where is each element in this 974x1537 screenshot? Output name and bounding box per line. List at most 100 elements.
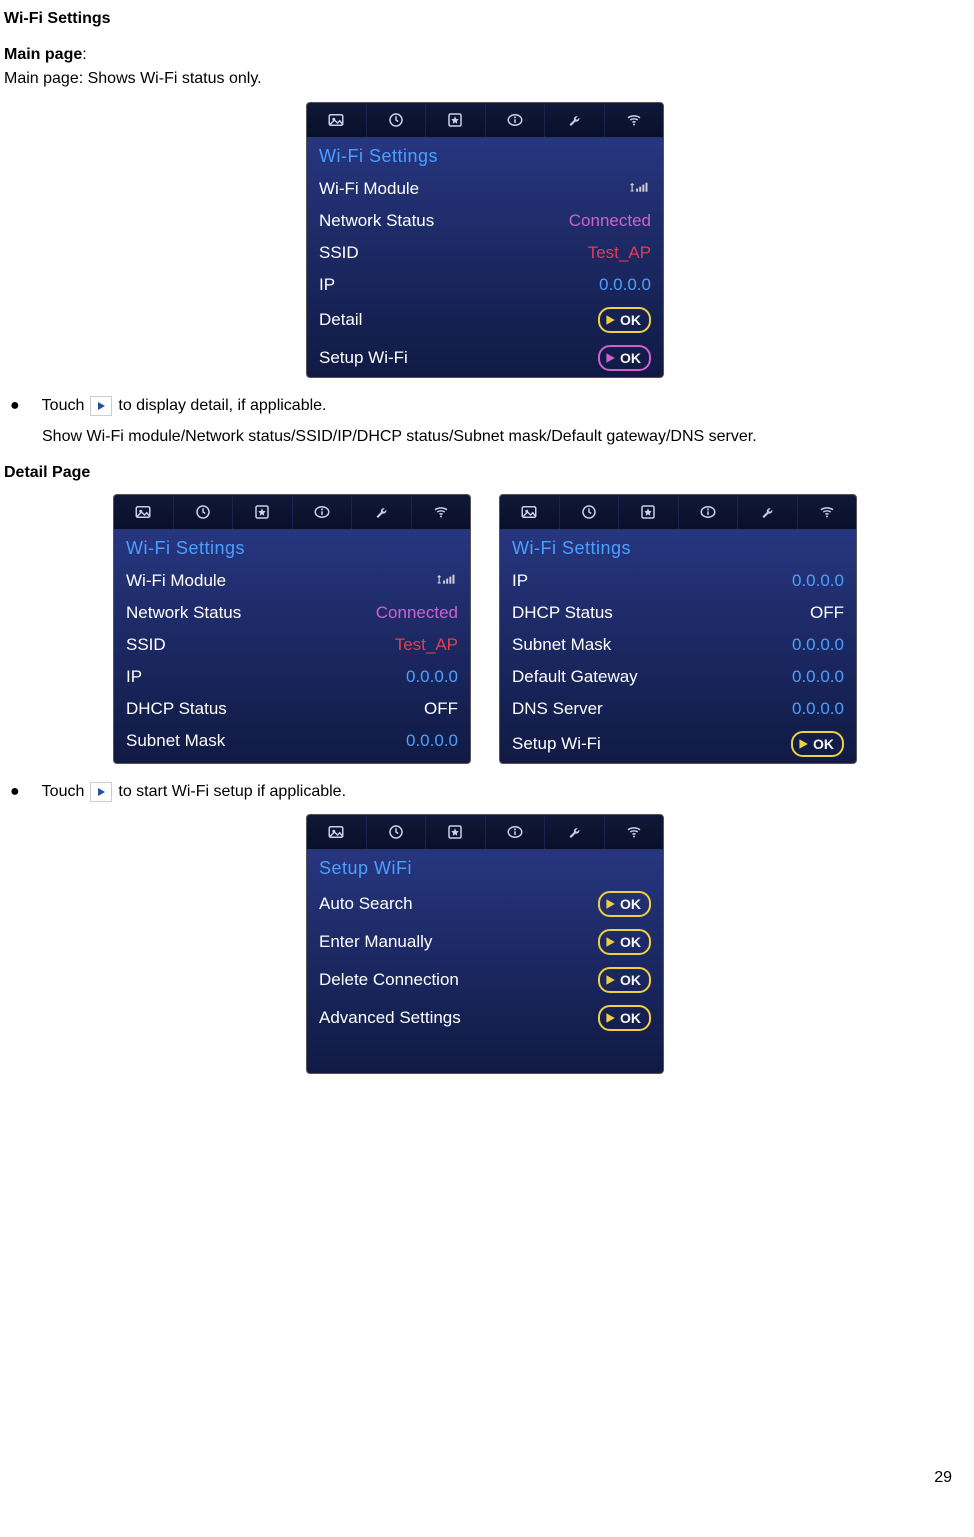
row-value: 0.0.0.0 bbox=[792, 571, 844, 591]
settings-row: SSID Test_AP bbox=[307, 237, 663, 269]
row-label: Auto Search bbox=[319, 894, 413, 914]
ok-button[interactable]: OK bbox=[598, 345, 651, 371]
bullet-setup: ● Touch to start Wi-Fi setup if applicab… bbox=[10, 782, 966, 802]
ok-button[interactable]: OK bbox=[598, 891, 651, 917]
topbar-wrench-icon bbox=[738, 495, 798, 529]
bullet-detail-suffix: to display detail, if applicable. bbox=[118, 397, 326, 415]
settings-row: DHCP Status OFF bbox=[500, 597, 856, 629]
row-value: Test_AP bbox=[588, 243, 651, 263]
settings-row: Wi-Fi Module bbox=[307, 173, 663, 205]
settings-row: SSIDTest_AP bbox=[114, 629, 470, 661]
settings-row: Auto Search OK bbox=[307, 885, 663, 923]
settings-row: Detail OK bbox=[307, 301, 663, 339]
topbar-info-icon bbox=[486, 815, 546, 849]
row-value: Connected bbox=[376, 603, 458, 623]
ok-button[interactable]: OK bbox=[598, 307, 651, 333]
row-value: 0.0.0.0 bbox=[406, 667, 458, 687]
rows-container: Auto SearchOKEnter ManuallyOKDelete Conn… bbox=[307, 885, 663, 1037]
row-label: DHCP Status bbox=[512, 603, 613, 623]
row-label: Network Status bbox=[126, 603, 241, 623]
screenshot-detail-right: Wi-Fi Settings IP0.0.0.0DHCP StatusOFFSu… bbox=[499, 494, 857, 764]
play-icon bbox=[90, 396, 112, 416]
topbar-info-icon bbox=[293, 495, 353, 529]
rows-container: Wi-Fi ModuleNetwork StatusConnectedSSIDT… bbox=[307, 173, 663, 377]
topbar-photo-icon bbox=[307, 815, 367, 849]
settings-row: Subnet Mask0.0.0.0 bbox=[500, 629, 856, 661]
ok-label: OK bbox=[620, 350, 641, 366]
row-value: OFF bbox=[810, 603, 844, 623]
heading-main-page-colon: : bbox=[82, 46, 86, 63]
heading-detail-page: Detail Page bbox=[4, 464, 966, 482]
play-icon bbox=[90, 782, 112, 802]
empty-area bbox=[307, 1037, 663, 1074]
row-label: Setup Wi-Fi bbox=[319, 348, 408, 368]
row-label: Subnet Mask bbox=[126, 731, 225, 751]
heading-main-page: Main page: bbox=[4, 46, 966, 64]
topbar-star-icon bbox=[619, 495, 679, 529]
row-label: Wi-Fi Module bbox=[319, 179, 419, 199]
bullet-touch-prefix: Touch bbox=[42, 783, 85, 801]
row-label: IP bbox=[512, 571, 528, 591]
device-topbar bbox=[307, 815, 663, 850]
settings-row: IP 0.0.0.0 bbox=[500, 565, 856, 597]
main-page-description: Main page: Shows Wi-Fi status only. bbox=[4, 70, 966, 88]
row-value: OK bbox=[598, 967, 651, 993]
topbar-clock-icon bbox=[174, 495, 234, 529]
row-value: OK bbox=[598, 345, 651, 371]
bullet-marker: ● bbox=[10, 398, 20, 414]
row-label: SSID bbox=[319, 243, 359, 263]
signal-icon bbox=[436, 571, 458, 591]
settings-row: Enter Manually OK bbox=[307, 923, 663, 961]
row-label: IP bbox=[319, 275, 335, 295]
topbar-clock-icon bbox=[367, 815, 427, 849]
settings-row: Wi-Fi Module bbox=[114, 565, 470, 597]
row-label: Default Gateway bbox=[512, 667, 638, 687]
topbar-photo-icon bbox=[307, 103, 367, 137]
ok-button[interactable]: OK bbox=[598, 1005, 651, 1031]
row-value: OK bbox=[598, 307, 651, 333]
section-title: Setup WiFi bbox=[307, 850, 663, 885]
topbar-info-icon bbox=[679, 495, 739, 529]
topbar-star-icon bbox=[426, 815, 486, 849]
settings-row: Setup Wi-Fi OK bbox=[500, 725, 856, 763]
ok-label: OK bbox=[620, 934, 641, 950]
row-label: Subnet Mask bbox=[512, 635, 611, 655]
row-value: OK bbox=[598, 1005, 651, 1031]
row-value: OK bbox=[791, 731, 844, 757]
row-label: Enter Manually bbox=[319, 932, 432, 952]
settings-row: Subnet Mask0.0.0.0 bbox=[114, 725, 470, 757]
ok-label: OK bbox=[620, 896, 641, 912]
row-label: Setup Wi-Fi bbox=[512, 734, 601, 754]
row-value: 0.0.0.0 bbox=[792, 699, 844, 719]
signal-icon bbox=[629, 179, 651, 199]
bullet-setup-suffix: to start Wi-Fi setup if applicable. bbox=[118, 783, 346, 801]
settings-row: Delete ConnectionOK bbox=[307, 961, 663, 999]
page-number: 29 bbox=[934, 1469, 952, 1487]
ok-label: OK bbox=[813, 736, 834, 752]
row-value: OK bbox=[598, 929, 651, 955]
device-topbar bbox=[114, 495, 470, 530]
ok-button[interactable]: OK bbox=[598, 929, 651, 955]
settings-row: DHCP StatusOFF bbox=[114, 693, 470, 725]
topbar-photo-icon bbox=[114, 495, 174, 529]
row-value: OFF bbox=[424, 699, 458, 719]
ok-label: OK bbox=[620, 312, 641, 328]
topbar-info-icon bbox=[486, 103, 546, 137]
settings-row: Advanced Settings OK bbox=[307, 999, 663, 1037]
topbar-star-icon bbox=[426, 103, 486, 137]
row-value: Test_AP bbox=[395, 635, 458, 655]
settings-row: Network Status Connected bbox=[114, 597, 470, 629]
heading-wifi-settings: Wi-Fi Settings bbox=[4, 10, 966, 28]
topbar-wrench-icon bbox=[545, 103, 605, 137]
row-label: Advanced Settings bbox=[319, 1008, 461, 1028]
screenshot-setup-wifi: Setup WiFi Auto Search OK Enter Manually OK… bbox=[306, 814, 664, 1074]
bullet-detail-explain: Show Wi-Fi module/Network status/SSID/IP… bbox=[42, 428, 966, 446]
rows-container: IP0.0.0.0DHCP StatusOFFSubnet Mask0.0.0.… bbox=[500, 565, 856, 763]
ok-button[interactable]: OK bbox=[791, 731, 844, 757]
topbar-star-icon bbox=[233, 495, 293, 529]
screenshot-main-page: Wi-Fi Settings Wi-Fi ModuleNetwork Statu… bbox=[306, 102, 664, 378]
row-label: Detail bbox=[319, 310, 362, 330]
row-label: IP bbox=[126, 667, 142, 687]
ok-button[interactable]: OK bbox=[598, 967, 651, 993]
device-topbar bbox=[500, 495, 856, 530]
